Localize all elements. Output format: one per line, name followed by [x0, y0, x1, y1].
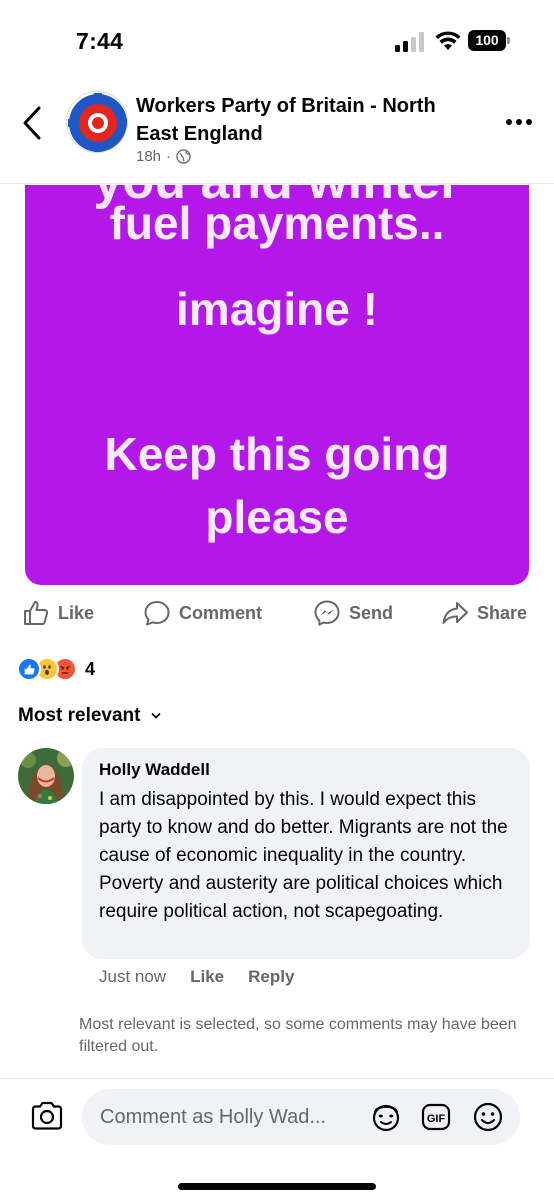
post-time[interactable]: 18h	[136, 148, 161, 165]
send-button[interactable]: Send	[313, 599, 393, 627]
comment-author[interactable]: Holly Waddell	[99, 760, 514, 780]
sort-label: Most relevant	[18, 705, 141, 726]
cellular-signal-icon	[395, 32, 427, 52]
battery-level: 100	[468, 30, 506, 51]
share-arrow-icon	[442, 602, 468, 624]
comment-button[interactable]: Comment	[143, 599, 262, 627]
image-text-line-2: imagine !	[176, 283, 378, 335]
avatar-sticker-icon[interactable]	[370, 1101, 402, 1133]
profile-photo-icon	[18, 748, 74, 804]
comment-actions: Just now Like Reply	[99, 967, 294, 987]
comment-sort-dropdown[interactable]: Most relevant	[18, 705, 162, 727]
filter-note: Most relevant is selected, so some comme…	[79, 1016, 517, 1055]
reaction-count: 4	[85, 658, 96, 679]
send-label: Send	[349, 602, 394, 623]
comment-bubble[interactable]: Holly Waddell I am disappointed by this.…	[82, 748, 530, 959]
share-button[interactable]: Share	[441, 599, 527, 627]
comment-bubble-icon	[144, 601, 170, 626]
comment-reply-button[interactable]: Reply	[248, 967, 294, 987]
gif-icon[interactable]: GIF	[421, 1103, 451, 1131]
thumbs-up-icon	[24, 601, 49, 625]
svg-text:GIF: GIF	[427, 1113, 446, 1125]
comment-like-button[interactable]: Like	[190, 967, 224, 987]
comment-label: Comment	[179, 602, 263, 623]
comment-time: Just now	[99, 967, 167, 986]
globe-icon	[176, 149, 191, 164]
like-reaction-icon	[17, 657, 41, 681]
image-text-line-4: please	[205, 491, 349, 543]
image-text-line-1: fuel payments..	[109, 197, 445, 249]
more-options-icon[interactable]	[504, 110, 534, 134]
wifi-icon	[435, 31, 461, 50]
comment-input[interactable]	[82, 1089, 520, 1145]
post-meta: 18h ·	[136, 148, 191, 165]
comment-text: I am disappointed by this. I would expec…	[99, 789, 508, 922]
post-header: Workers Party of Britain - North East En…	[0, 84, 554, 184]
page-avatar[interactable]	[66, 91, 128, 153]
home-indicator	[178, 1183, 376, 1190]
post-image[interactable]: you and winter fuel payments.. imagine !…	[25, 185, 529, 585]
messenger-icon	[314, 600, 340, 627]
image-text-line-3: Keep this going	[104, 428, 450, 480]
back-chevron-icon[interactable]	[18, 104, 46, 142]
status-bar: 7:44 100	[0, 0, 554, 84]
reaction-summary[interactable]: 4	[17, 656, 95, 682]
camera-icon[interactable]	[30, 1101, 64, 1131]
chevron-down-icon	[152, 713, 161, 719]
like-label: Like	[58, 602, 95, 623]
share-label: Share	[477, 602, 528, 623]
meta-separator: ·	[166, 148, 172, 165]
page-name[interactable]: Workers Party of Britain - North East En…	[136, 92, 476, 148]
battery-icon: 100	[468, 30, 510, 51]
comment-composer: GIF	[0, 1078, 554, 1200]
status-time: 7:44	[76, 28, 124, 54]
commenter-avatar[interactable]	[18, 748, 74, 804]
emoji-icon[interactable]	[472, 1101, 504, 1133]
like-button[interactable]: Like	[22, 599, 94, 627]
page-logo-icon	[68, 93, 127, 152]
post-actions: Like Comment Send Share	[0, 586, 554, 640]
